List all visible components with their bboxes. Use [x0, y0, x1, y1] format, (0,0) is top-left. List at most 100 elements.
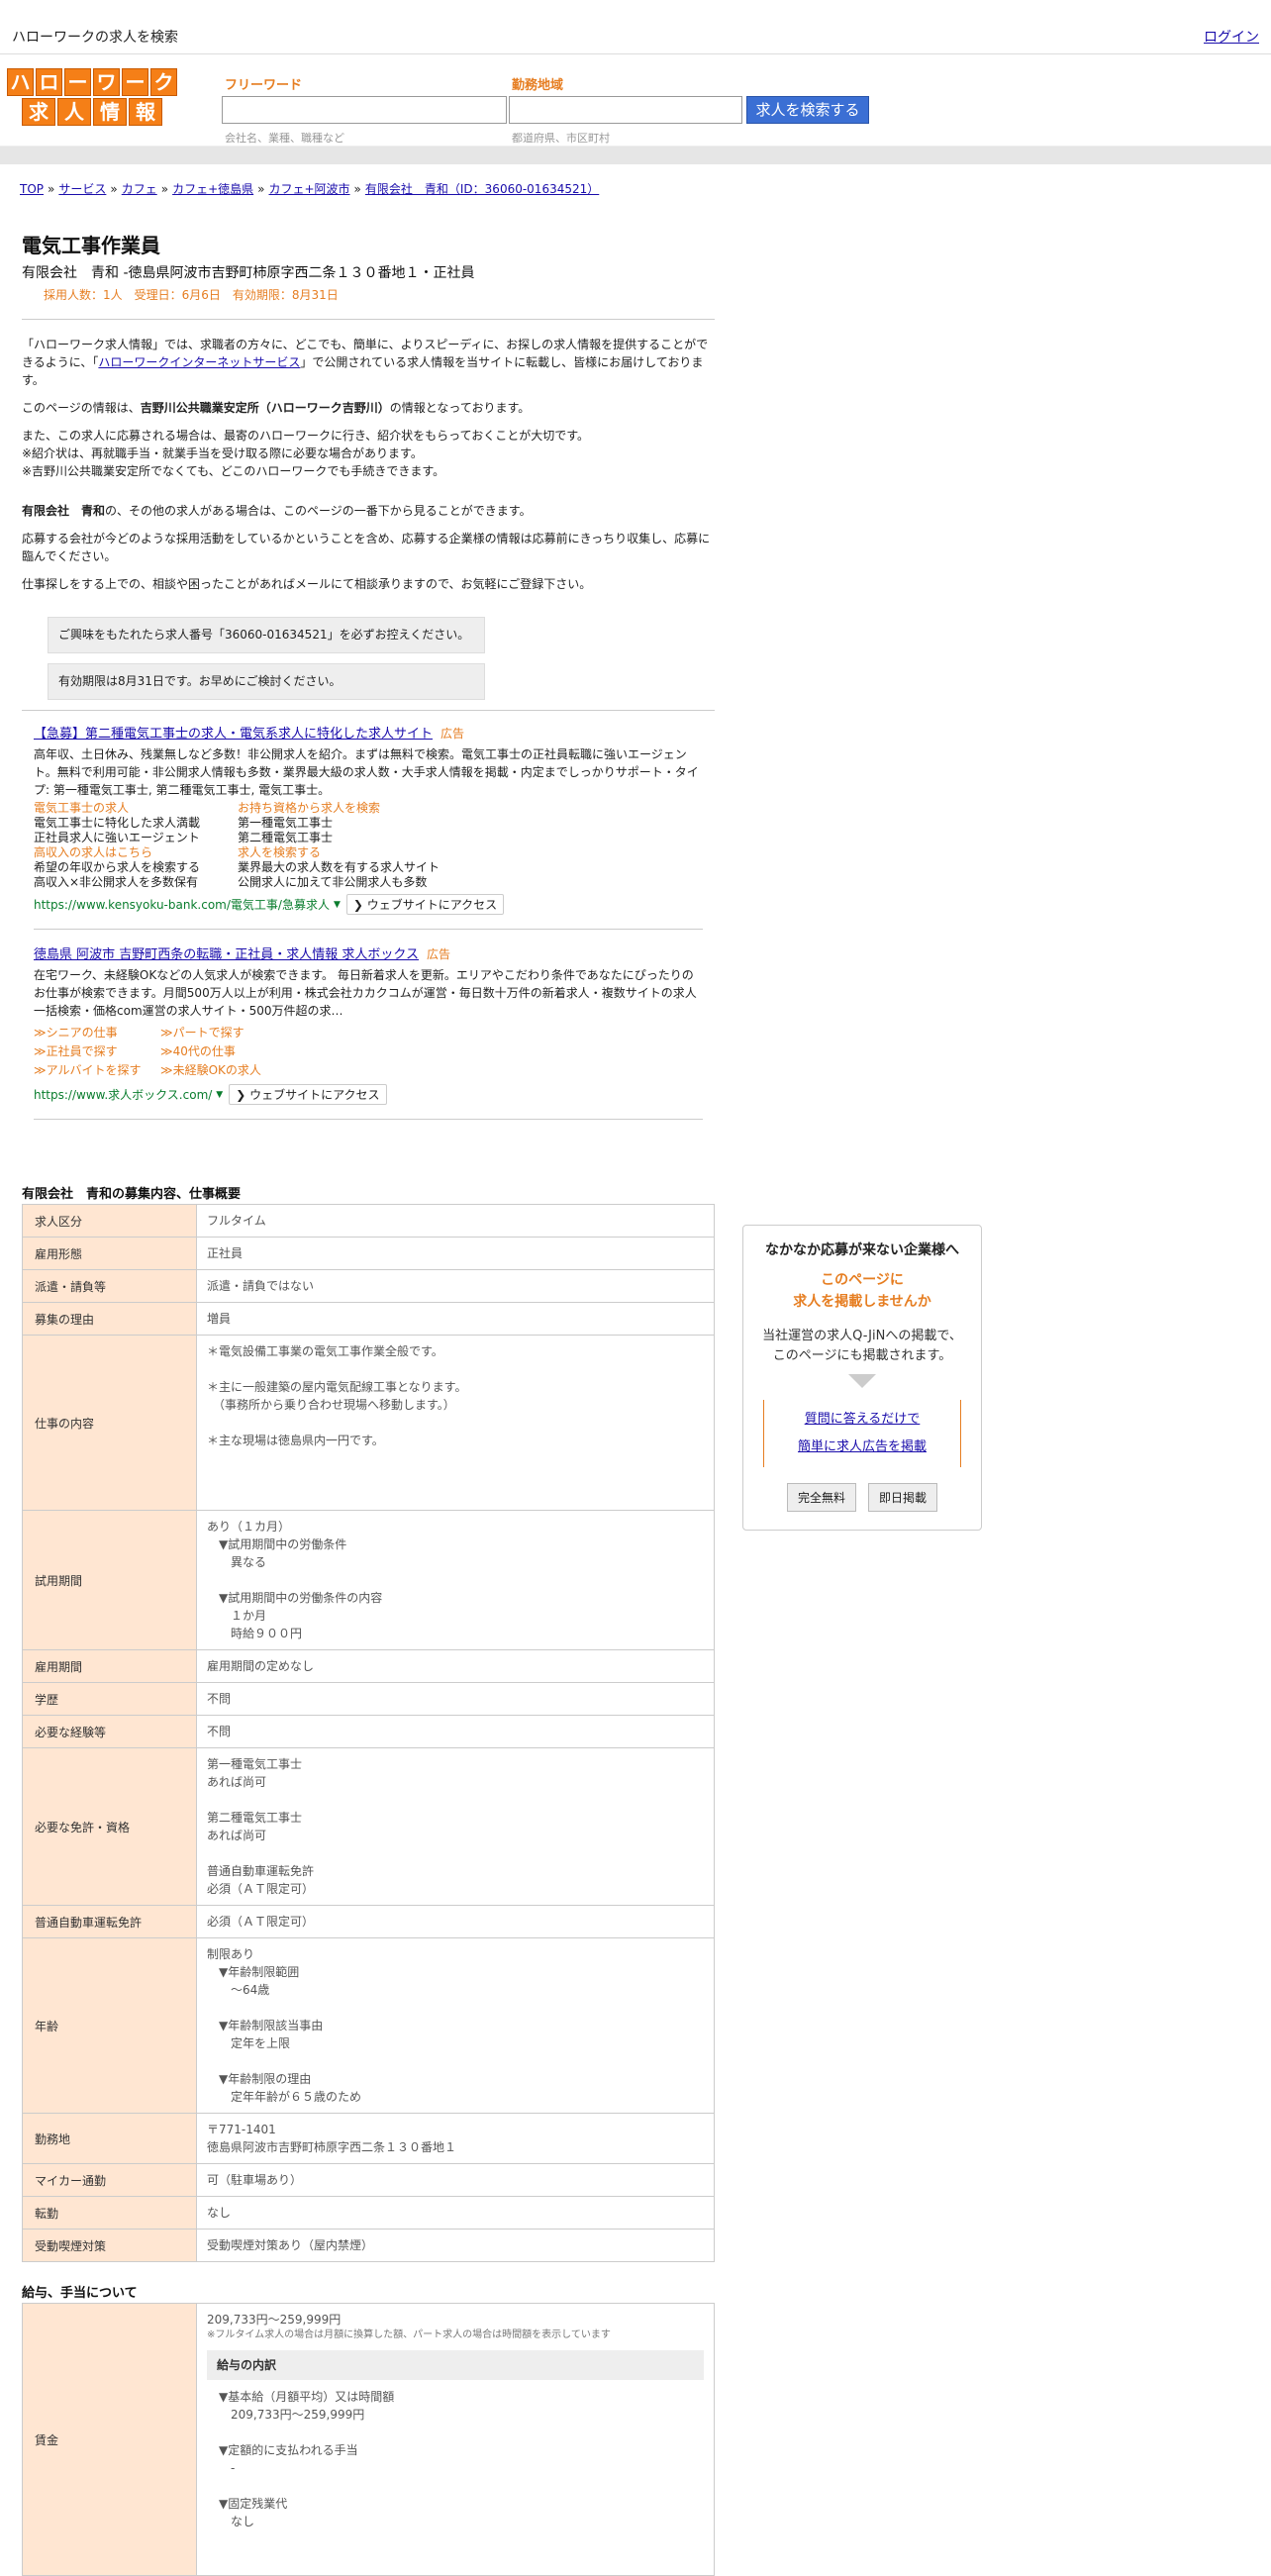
promo-link-post[interactable]: 簡単に求人広告を掲載 [764, 1434, 960, 1461]
ad-sitelink[interactable]: 業界最大の求人数を有する求人サイト [238, 860, 455, 875]
ad-sitelink[interactable]: 第二種電気工事士 [238, 831, 455, 845]
row-value-line: 不問 [207, 1692, 232, 1706]
salary-note: ※フルタイム求人の場合は月額に換算した額、パート求人の場合は時間額を表示していま… [207, 2329, 611, 2340]
ad-sitelink[interactable]: ≫アルバイトを探す [34, 1061, 160, 1080]
row-label: 勤務地 [22, 2113, 197, 2164]
ad-sitelink[interactable]: ≫シニアの仕事 [34, 1024, 160, 1042]
ad-sitelink[interactable]: 第一種電気工事士 [238, 816, 455, 831]
row-value-line: ▼年齢制限該当事由 [207, 2019, 324, 2032]
ad-sitelink[interactable]: 電気工事士の求人 [34, 801, 238, 816]
ad-sitelink[interactable]: 求人を検索する [238, 845, 455, 860]
salary-line [219, 2426, 223, 2439]
divider [22, 710, 715, 711]
salary-line: 209,733円〜259,999円 [219, 2408, 365, 2422]
row-value: ＊電気設備工事業の電気工事作業全般です。 ＊主に一般建築の屋内電気配線工事となり… [196, 1335, 715, 1511]
search-header: ハローワーク 求人情報 フリーワード 会社名、業種、職種など 勤務地域 都道府県… [0, 54, 1271, 147]
row-label: マイカー通勤 [22, 2163, 197, 2197]
same-day-button[interactable]: 即日掲載 [868, 1483, 938, 1512]
row-value: 受動喫煙対策あり（屋内禁煙） [196, 2229, 715, 2262]
ad-sitelink[interactable]: 正社員求人に強いエージェント [34, 831, 238, 845]
search-button[interactable]: 求人を検索する [746, 96, 869, 124]
salary-heading: 給与、手当について [22, 2286, 138, 2301]
row-value-line: 〜64歳 [207, 1983, 270, 1997]
table-row: 賃金 209,733円〜259,999円 ※フルタイム求人の場合は月額に換算した… [22, 2303, 715, 2576]
ad-url-row: https://www.kensyoku-bank.com/電気工事/急募求人 ▼… [34, 894, 703, 915]
notice-deadline: 有効期限は8月31日です。お早めにご検討ください。 [48, 663, 485, 700]
row-label: 必要な免許・資格 [22, 1747, 197, 1906]
row-label: 雇用形態 [22, 1237, 197, 1270]
dropdown-icon[interactable]: ▼ [334, 900, 341, 910]
breadcrumb-item[interactable]: カフェ+徳島県 [172, 182, 253, 196]
row-value-line: ▼年齢制限の理由 [207, 2072, 312, 2086]
ad-sitelink[interactable]: 高収入の求人はこちら [34, 845, 238, 860]
ad-access-button[interactable]: ❯ ウェブサイトにアクセス [345, 894, 505, 915]
salary-breakdown-heading: 給与の内訳 [207, 2350, 704, 2380]
row-value-line [207, 1793, 211, 1807]
row-label: 年齢 [22, 1937, 197, 2114]
breadcrumb-item[interactable]: カフェ [122, 182, 157, 196]
ad-sitelink[interactable]: ≫正社員で探す [34, 1042, 160, 1061]
row-value-line: 異なる [207, 1555, 267, 1569]
row-value: 必須（ＡＴ限定可） [196, 1905, 715, 1938]
dropdown-icon[interactable]: ▼ [216, 1090, 223, 1100]
ad-sitelink[interactable]: 電気工事士に特化した求人満載 [34, 816, 238, 831]
promo-link-question[interactable]: 質問に答えるだけで [764, 1406, 960, 1434]
hellowork-internet-link[interactable]: ハローワークインターネットサービス [98, 355, 300, 369]
row-value-line: 第二種電気工事士 [207, 1811, 303, 1825]
ad-url-row: https://www.求人ボックス.com/ ▼ ❯ ウェブサイトにアクセス [34, 1084, 703, 1105]
details-heading: 有限会社 青和の募集内容、仕事概要 [22, 1187, 242, 1202]
ad-sitelink[interactable]: 高収入×非公開求人を多数保有 [34, 875, 238, 890]
row-value-line: （事務所から乗り合わせ現場へ移動します。） [207, 1398, 455, 1412]
hellowork-logo[interactable]: ハローワーク 求人情報 [5, 68, 179, 128]
table-row: 試用期間 あり（１カ月） ▼試用期間中の労働条件 異なる ▼試用期間中の労働条件の… [22, 1510, 715, 1650]
breadcrumb-item[interactable]: カフェ+阿波市 [268, 182, 349, 196]
row-label: 派遣・請負等 [22, 1269, 197, 1303]
ad-access-button[interactable]: ❯ ウェブサイトにアクセス [229, 1084, 387, 1105]
ad-sitelinks: ≫シニアの仕事 ≫パートで探す ≫正社員で探す ≫40代の仕事 ≫アルバイトを探す ≫未経… [34, 1024, 703, 1080]
header-divider [0, 147, 1271, 164]
ad-sitelink[interactable]: お持ち資格から求人を検索 [238, 801, 455, 816]
ad-sitelink[interactable]: ≫40代の仕事 [160, 1042, 319, 1061]
row-value-line [207, 1573, 211, 1587]
area-input[interactable] [509, 96, 742, 124]
ad-title-link[interactable]: 徳島県 阿波市 吉野町西条の転職・正社員・求人情報 求人ボックス [34, 947, 419, 962]
row-label: 試用期間 [22, 1510, 197, 1650]
notice-job-number: ご興味をもたれたら求人番号「36060-01634521」を必ずお控えください。 [48, 617, 485, 653]
promo-links: 質問に答えるだけで 簡単に求人広告を掲載 [763, 1400, 961, 1467]
salary-line: なし [219, 2515, 255, 2528]
row-value-line: あり（１カ月） [207, 1520, 291, 1534]
ad-url[interactable]: https://www.求人ボックス.com/ [34, 1086, 212, 1103]
ad-sitelink[interactable]: 公開求人に加えて非公開求人も多数 [238, 875, 455, 890]
breadcrumb-separator: » [353, 182, 361, 196]
row-value-line: ＊主に一般建築の屋内電気配線工事となります。 [207, 1380, 467, 1394]
salary-line [219, 2479, 223, 2493]
salary-line: - [219, 2461, 236, 2475]
table-row: 派遣・請負等 派遣・請負ではない [22, 1269, 715, 1303]
ad-description: 在宅ワーク、未経験OKなどの人気求人が検索できます。 毎日新着求人を更新。エリア… [34, 968, 697, 1018]
ad-url[interactable]: https://www.kensyoku-bank.com/電気工事/急募求人 [34, 896, 330, 913]
table-row: 転勤 なし [22, 2196, 715, 2229]
login-link[interactable]: ログイン [1204, 27, 1259, 47]
ad-sitelink[interactable]: ≫未経験OKの求人 [160, 1061, 319, 1080]
free-button[interactable]: 完全無料 [786, 1483, 856, 1512]
salary-table: 賃金 209,733円〜259,999円 ※フルタイム求人の場合は月額に換算した… [22, 2303, 715, 2576]
salary-breakdown: ▼基本給（月額平均）又は時間額 209,733円〜259,999円 ▼定額的に支… [219, 2388, 704, 2530]
row-value: フルタイム [196, 1204, 715, 1238]
row-value-line: 雇用期間の定めなし [207, 1659, 315, 1673]
ad-sitelink[interactable]: 希望の年収から求人を検索する [34, 860, 238, 875]
area-label: 勤務地域 [512, 78, 564, 93]
breadcrumb-item[interactable]: サービス [58, 182, 106, 196]
breadcrumb-item[interactable]: 有限会社 青和（ID：36060-01634521） [365, 182, 599, 196]
ad-title-link[interactable]: 【急募】第二種電気工事士の求人・電気系求人に特化した求人サイト [34, 727, 433, 742]
row-label: 求人区分 [22, 1204, 197, 1238]
row-value-line: 派遣・請負ではない [207, 1279, 315, 1293]
keyword-hint: 会社名、業種、職種など [225, 132, 344, 145]
row-value-line: なし [207, 2206, 232, 2220]
promo-tagline-2: 求人を掲載しませんか [793, 1294, 931, 1310]
breadcrumb-separator: » [257, 182, 265, 196]
breadcrumb-item[interactable]: TOP [20, 182, 44, 196]
keyword-input[interactable] [222, 96, 507, 124]
row-label: 転勤 [22, 2196, 197, 2229]
ad-sitelink[interactable]: ≫パートで探す [160, 1024, 319, 1042]
row-value-line: 不問 [207, 1725, 232, 1738]
